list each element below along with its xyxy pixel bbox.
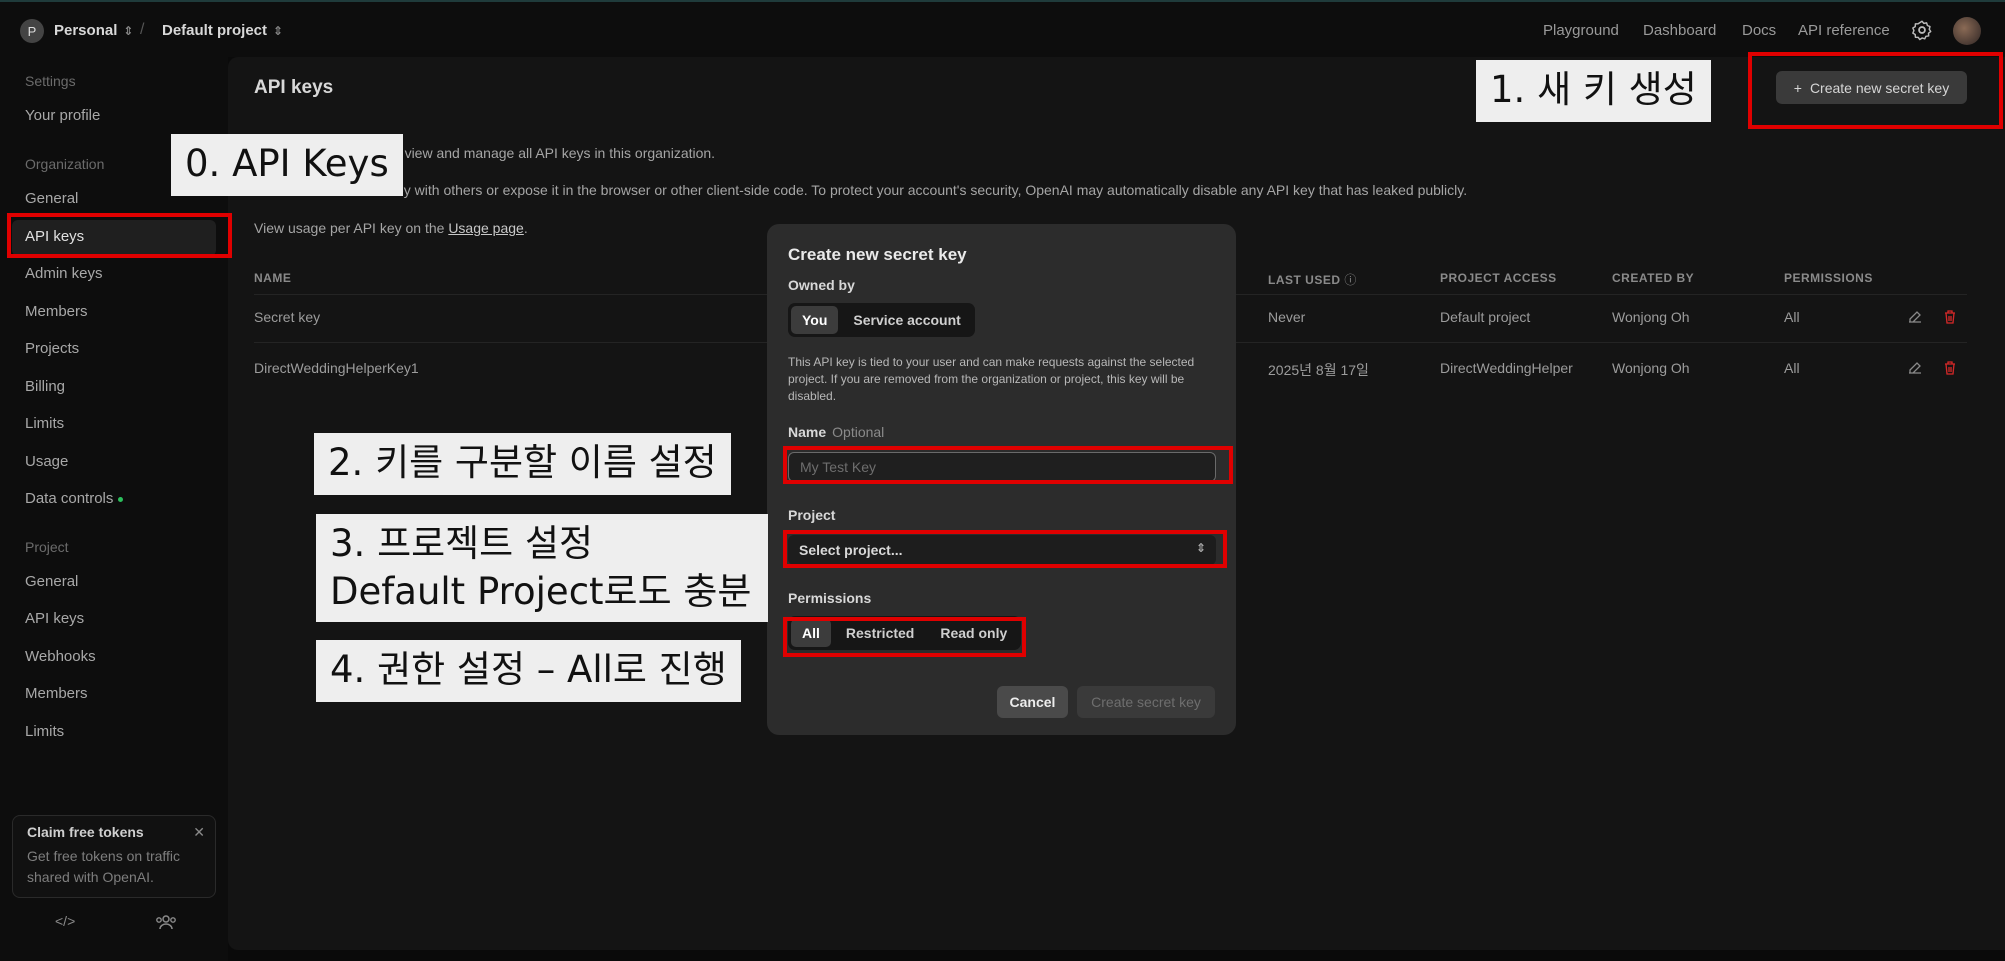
status-dot	[118, 496, 124, 502]
claim-text: Get free tokens on traffic shared with O…	[27, 848, 181, 885]
edit-icon[interactable]	[1907, 309, 1923, 325]
description-line-3: View usage per API key on the Usage page…	[254, 220, 528, 236]
annotation-label-3-line1: 3. 프로젝트 설정	[330, 522, 594, 565]
sidebar-item-project-limits[interactable]: Limits	[25, 723, 64, 740]
user-avatar[interactable]	[1953, 17, 1981, 45]
claim-free-tokens-card[interactable]: Claim free tokens ✕ Get free tokens on t…	[12, 815, 216, 898]
code-icon[interactable]: </>	[55, 913, 75, 929]
sidebar-item-org-general[interactable]: General	[25, 190, 78, 207]
description-line-2: key with others or expose it in the brow…	[389, 182, 1468, 198]
table-cell-name: DirectWeddingHelperKey1	[254, 360, 419, 376]
chevron-updown-icon: ⇕	[273, 24, 284, 38]
workspace-avatar[interactable]: P	[20, 19, 44, 43]
table-cell-last-used: Never	[1268, 309, 1306, 325]
table-cell-name: Secret key	[254, 309, 321, 325]
sidebar-item-org-limits[interactable]: Limits	[25, 415, 64, 432]
usage-text: View usage per API key on the	[254, 220, 449, 236]
name-label-text: Name	[788, 424, 827, 440]
dialog-title: Create new secret key	[788, 245, 967, 264]
description-line-1: to view and manage all API keys in this …	[389, 145, 716, 161]
annotation-box-permissions	[783, 617, 1026, 657]
create-secret-key-button[interactable]: Create secret key	[1077, 686, 1215, 718]
sidebar-item-project-api-keys[interactable]: API keys	[25, 610, 84, 627]
annotation-label-2: 2. 키를 구분할 이름 설정	[314, 433, 731, 495]
annotation-box-api-keys	[7, 213, 232, 258]
sidebar-item-project-members[interactable]: Members	[25, 685, 88, 702]
owned-by-service-account[interactable]: Service account	[842, 306, 971, 334]
table-cell-permissions: All	[1784, 309, 1800, 325]
sidebar-item-your-profile[interactable]: Your profile	[25, 107, 100, 124]
table-cell-project-access: Default project	[1440, 309, 1531, 325]
breadcrumb-separator: /	[140, 21, 145, 38]
page-title: API keys	[254, 77, 334, 98]
permissions-label: Permissions	[788, 590, 872, 606]
top-bar: P Personal ⇕ / Default project ⇕ Playgroun…	[0, 0, 2005, 57]
close-icon[interactable]: ✕	[193, 824, 205, 841]
column-header-name: NAME	[254, 271, 292, 285]
owner-note: This API key is tied to your user and ca…	[788, 355, 1195, 403]
sidebar-header-organization: Organization	[25, 156, 105, 172]
sidebar-header-settings: Settings	[25, 73, 76, 89]
project-label: Project	[788, 507, 836, 523]
nav-docs[interactable]: Docs	[1742, 22, 1776, 39]
annotation-label-3-line2: Default Project로도 충분	[330, 570, 752, 613]
annotation-box-project-select	[783, 530, 1227, 568]
annotation-label-1: 1. 새 키 생성	[1476, 60, 1711, 122]
project-switcher[interactable]: Default project ⇕	[162, 22, 283, 39]
sidebar-item-label: Data controls	[25, 490, 114, 507]
annotation-label-0: 0. API Keys	[171, 134, 403, 196]
usage-suffix: .	[523, 220, 528, 236]
column-header-permissions: PERMISSIONS	[1784, 271, 1873, 285]
table-cell-project-access: DirectWeddingHelper	[1440, 360, 1573, 376]
annotation-label-3: 3. 프로젝트 설정 Default Project로도 충분	[316, 514, 768, 622]
column-header-last-used: LAST USED ⓘ	[1268, 271, 1357, 288]
chevron-updown-icon: ⇕	[123, 24, 134, 38]
team-icon[interactable]	[155, 914, 177, 930]
workspace-switcher[interactable]: Personal ⇕	[54, 22, 133, 39]
sidebar-item-org-members[interactable]: Members	[25, 303, 88, 320]
gear-icon[interactable]	[1911, 19, 1933, 41]
annotation-box-name-input	[783, 446, 1233, 484]
sidebar-item-webhooks[interactable]: Webhooks	[25, 648, 96, 665]
annotation-label-4: 4. 권한 설정 – All로 진행	[316, 640, 741, 702]
owned-by-toggle: You Service account	[788, 303, 975, 337]
sidebar-item-project-general[interactable]: General	[25, 573, 78, 590]
sidebar-item-projects[interactable]: Projects	[25, 340, 79, 357]
optional-hint: Optional	[832, 424, 885, 440]
sidebar-header-project: Project	[25, 539, 69, 555]
sidebar-item-admin-keys[interactable]: Admin keys	[25, 265, 103, 282]
column-header-label: LAST USED	[1268, 273, 1341, 287]
owned-by-label: Owned by	[788, 277, 855, 293]
trash-icon[interactable]	[1942, 309, 1958, 325]
trash-icon[interactable]	[1942, 360, 1958, 376]
column-header-project-access: PROJECT ACCESS	[1440, 271, 1557, 285]
table-cell-permissions: All	[1784, 360, 1800, 376]
annotation-box-create-button	[1748, 52, 2003, 129]
table-cell-created-by: Wonjong Oh	[1612, 360, 1690, 376]
sidebar-item-data-controls[interactable]: Data controls	[25, 490, 124, 507]
usage-page-link[interactable]: Usage page	[448, 220, 524, 236]
table-cell-last-used: 2025년 8월 17일	[1268, 362, 1369, 378]
project-name: Default project	[162, 22, 268, 39]
nav-playground[interactable]: Playground	[1543, 22, 1619, 39]
nav-api-reference[interactable]: API reference	[1798, 22, 1890, 39]
sidebar-item-usage[interactable]: Usage	[25, 453, 68, 470]
cancel-button[interactable]: Cancel	[997, 686, 1068, 718]
name-label: Name Optional	[788, 424, 884, 440]
owned-by-you[interactable]: You	[791, 306, 839, 334]
claim-title: Claim free tokens	[27, 824, 144, 840]
info-icon[interactable]: ⓘ	[1344, 273, 1357, 287]
workspace-name: Personal	[54, 22, 118, 39]
edit-icon[interactable]	[1907, 360, 1923, 376]
table-cell-created-by: Wonjong Oh	[1612, 309, 1690, 325]
column-header-created-by: CREATED BY	[1612, 271, 1695, 285]
nav-dashboard[interactable]: Dashboard	[1643, 22, 1716, 39]
sidebar-item-billing[interactable]: Billing	[25, 378, 65, 395]
